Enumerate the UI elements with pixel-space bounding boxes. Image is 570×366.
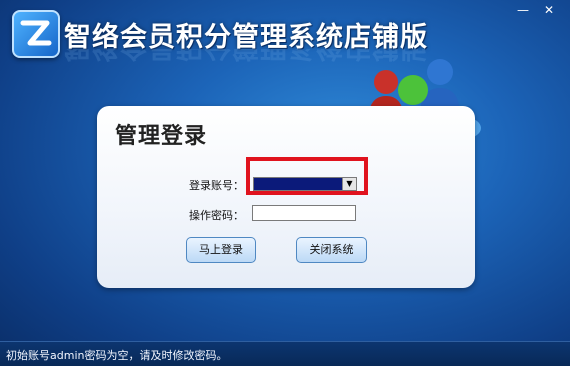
close-window-button[interactable]: ✕ (540, 3, 558, 17)
login-button[interactable]: 马上登录 (186, 237, 256, 263)
highlight-box (246, 157, 368, 195)
close-system-button[interactable]: 关闭系统 (296, 237, 367, 263)
app-logo-icon (12, 10, 60, 58)
account-label: 登录账号： (189, 179, 244, 192)
login-panel: 管理登录 登录账号： ▼ 操作密码： 马上登录 关闭系统 (97, 106, 475, 288)
status-hint: 初始账号admin密码为空，请及时修改密码。 (6, 349, 228, 362)
minimize-button[interactable]: — (514, 3, 532, 17)
login-window: 智络会员积分管理系统店铺版 智络会员积分管理系统店铺版 — ✕ 管理登录 登录账… (0, 0, 570, 366)
status-bar: 初始账号admin密码为空，请及时修改密码。 (0, 341, 570, 366)
password-label: 操作密码： (189, 209, 244, 222)
login-heading: 管理登录 (115, 124, 208, 149)
password-input[interactable] (252, 205, 356, 221)
